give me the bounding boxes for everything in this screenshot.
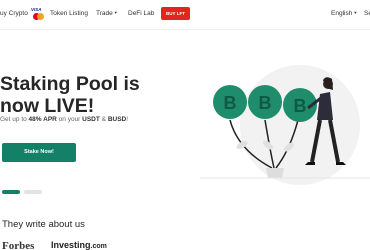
subtitle-text: Get up to [0, 116, 29, 123]
forbes-logo[interactable]: Forbes [2, 240, 34, 250]
payment-cards-icon: VISA [31, 7, 45, 23]
busd-highlight: BUSD [107, 116, 127, 123]
subtitle-text: on your [56, 116, 83, 123]
coin-1: B [213, 85, 247, 119]
coin-symbol: B [259, 93, 272, 113]
nav-token-listing[interactable]: Token Listing [50, 10, 88, 17]
mastercard-logo-right [37, 13, 44, 20]
visa-logo: VISA [31, 7, 42, 12]
nav-more[interactable]: Se [364, 10, 370, 17]
coin-2: B [248, 85, 282, 119]
apr-highlight: 48% APR [28, 116, 57, 123]
hero-title-line2: now LIVE! [0, 95, 95, 117]
hero-title: Staking Pool is now LIVE! [0, 73, 140, 117]
nav-defi-lab[interactable]: DeFi Lab [128, 10, 154, 17]
usdt-highlight: USDT [82, 116, 100, 123]
investing-logo-name: Investing [51, 240, 91, 250]
carousel-dot[interactable] [24, 190, 42, 194]
hero-subtitle: Get up to 48% APR on your USDT & BUSD! [0, 116, 128, 123]
investing-logo-suffix: .com [90, 243, 107, 250]
nav-trade-label: Trade [96, 10, 113, 17]
top-navigation: uy Crypto VISA Token Listing Trade▼ DeFi… [0, 0, 370, 30]
coin-symbol: B [294, 96, 307, 116]
hero-title-line1: Staking Pool is [0, 73, 140, 95]
staking-illustration: B B B [200, 65, 370, 185]
background-blob [240, 65, 360, 185]
investing-logo[interactable]: Investing.com [51, 240, 107, 250]
subtitle-text: & [99, 116, 108, 123]
nav-trade[interactable]: Trade▼ [96, 10, 118, 17]
chevron-down-icon: ▼ [353, 10, 358, 15]
chevron-down-icon: ▼ [113, 10, 118, 15]
language-label: English [331, 10, 353, 17]
buy-lft-button[interactable]: BUY LFT [161, 7, 190, 20]
language-selector[interactable]: English▼ [331, 10, 357, 17]
nav-buy-crypto[interactable]: uy Crypto [0, 10, 28, 17]
press-section-title: They write about us [2, 219, 85, 230]
subtitle-text: ! [126, 116, 129, 123]
carousel-dot-active[interactable] [2, 190, 20, 194]
stake-now-button[interactable]: Stake Now! [2, 143, 76, 162]
plant-pot [266, 168, 284, 178]
coin-symbol: B [224, 93, 237, 113]
